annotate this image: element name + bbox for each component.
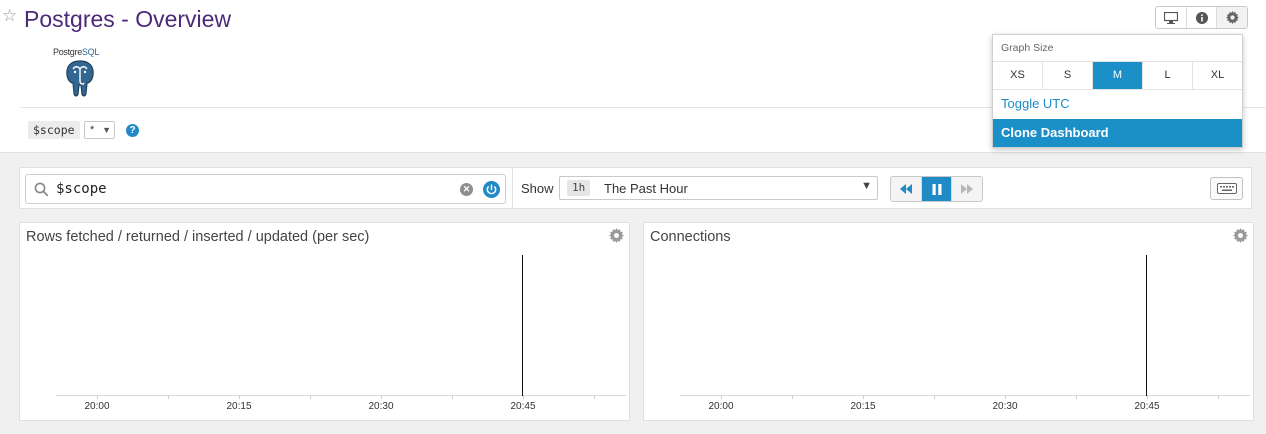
- fast-forward-button[interactable]: [952, 177, 982, 201]
- chevron-down-icon: ▼: [102, 125, 111, 135]
- star-icon[interactable]: ☆: [2, 6, 17, 26]
- x-tick: [97, 395, 98, 399]
- x-tick: [523, 395, 524, 399]
- size-m-button[interactable]: M: [1093, 62, 1143, 89]
- x-axis: [56, 395, 626, 396]
- time-range-chip: 1h: [567, 180, 591, 196]
- chevron-down-icon: ▼: [861, 180, 872, 192]
- gear-icon: [1225, 11, 1239, 24]
- size-l-button[interactable]: L: [1143, 62, 1193, 89]
- power-icon[interactable]: [483, 181, 500, 198]
- x-tick-minor: [168, 395, 169, 399]
- toolbar-divider: [512, 168, 513, 208]
- search-icon: [34, 182, 49, 197]
- help-icon[interactable]: ?: [126, 124, 139, 137]
- x-tick-minor: [310, 395, 311, 399]
- x-tick: [381, 395, 382, 399]
- gear-icon[interactable]: [609, 228, 624, 243]
- x-tick: [721, 395, 722, 399]
- page-title: Postgres - Overview: [24, 6, 232, 32]
- power-symbol: [486, 184, 497, 195]
- show-label: Show: [521, 181, 554, 196]
- monitor-icon: [1163, 11, 1178, 24]
- info-button[interactable]: [1187, 7, 1218, 28]
- toggle-utc-item[interactable]: Toggle UTC: [1001, 96, 1070, 111]
- x-tick-label: 20:00: [84, 401, 110, 412]
- header-button-group: [1155, 6, 1248, 29]
- settings-button[interactable]: [1217, 7, 1248, 28]
- panel-title: Rows fetched / returned / inserted / upd…: [26, 229, 370, 245]
- x-tick: [863, 395, 864, 399]
- x-axis: [680, 395, 1250, 396]
- current-time-marker: [1146, 255, 1147, 396]
- time-range-select[interactable]: 1h The Past Hour ▼: [559, 176, 878, 200]
- rewind-button[interactable]: [891, 177, 922, 201]
- x-tick: [239, 395, 240, 399]
- size-xl-button[interactable]: XL: [1193, 62, 1242, 89]
- x-tick-minor: [934, 395, 935, 399]
- x-tick-minor: [1076, 395, 1077, 399]
- keyboard-shortcuts-button[interactable]: [1210, 177, 1243, 200]
- postgresql-logo: PostgreSQL: [52, 44, 118, 102]
- scope-select-value: *: [90, 124, 95, 136]
- playback-controls: [890, 176, 983, 202]
- logo-text: PostgreSQL: [53, 47, 100, 57]
- x-tick-label: 20:45: [1134, 401, 1160, 412]
- scope-select[interactable]: * ▼: [84, 121, 115, 139]
- rewind-icon: [899, 184, 912, 194]
- fast-forward-icon: [961, 184, 974, 194]
- x-tick-label: 20:45: [510, 401, 536, 412]
- x-tick-label: 20:15: [850, 401, 876, 412]
- x-tick-label: 20:00: [708, 401, 734, 412]
- pause-button[interactable]: [921, 177, 953, 201]
- keyboard-icon: [1216, 183, 1237, 194]
- x-tick-label: 20:30: [992, 401, 1018, 412]
- timeseries-plot[interactable]: 20:00 20:15 20:30 20:45: [652, 255, 1250, 415]
- gear-icon[interactable]: [1233, 228, 1248, 243]
- x-tick: [1147, 395, 1148, 399]
- dashboard-toolbar: ✕ Show 1h The Past Hour ▼: [19, 167, 1252, 209]
- size-xs-button[interactable]: XS: [993, 62, 1043, 89]
- pause-icon: [932, 183, 941, 195]
- clear-icon[interactable]: ✕: [460, 183, 473, 196]
- search-input[interactable]: [56, 179, 456, 199]
- size-s-button[interactable]: S: [1043, 62, 1093, 89]
- graph-panel-connections: Connections 20:00 20:15 20:30 20:45: [643, 222, 1254, 421]
- settings-dropdown-menu: Graph Size XS S M L XL Toggle UTC Clone …: [992, 34, 1243, 148]
- search-box: ✕: [25, 174, 506, 204]
- timeseries-plot[interactable]: 20:00 20:15 20:30 20:45: [28, 255, 626, 415]
- tv-mode-button[interactable]: [1156, 7, 1187, 28]
- x-tick: [1005, 395, 1006, 399]
- info-icon: [1195, 11, 1208, 24]
- graph-size-options: XS S M L XL: [993, 61, 1242, 90]
- graph-panel-rows: Rows fetched / returned / inserted / upd…: [19, 222, 630, 421]
- x-tick-minor: [1218, 395, 1219, 399]
- x-tick-minor: [452, 395, 453, 399]
- current-time-marker: [522, 255, 523, 396]
- x-tick-minor: [594, 395, 595, 399]
- x-tick-label: 20:15: [226, 401, 252, 412]
- elephant-icon: [66, 60, 94, 97]
- clone-dashboard-item[interactable]: Clone Dashboard: [993, 119, 1242, 147]
- x-tick-minor: [792, 395, 793, 399]
- template-variable-label: $scope: [28, 121, 80, 139]
- time-range-label: The Past Hour: [604, 181, 688, 196]
- panel-title: Connections: [650, 229, 731, 245]
- x-tick-label: 20:30: [368, 401, 394, 412]
- graph-size-label: Graph Size: [1001, 42, 1054, 54]
